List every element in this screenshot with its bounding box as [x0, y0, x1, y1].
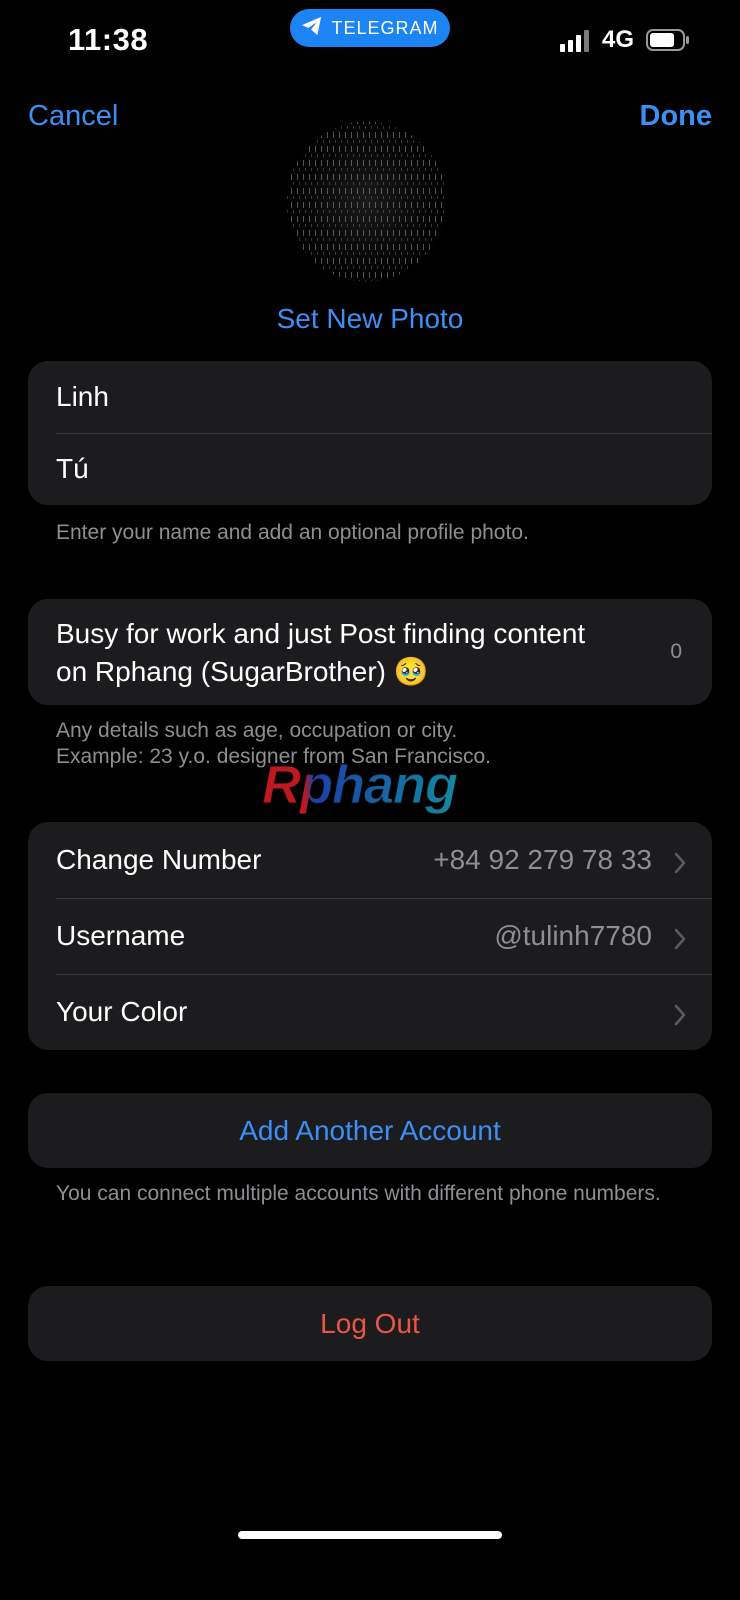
- log-out-button[interactable]: Log Out: [28, 1286, 712, 1361]
- status-bar: 11:38 TELEGRAM 4G: [0, 0, 740, 80]
- change-number-row[interactable]: Change Number +84 92 279 78 33: [28, 822, 712, 898]
- cancel-button[interactable]: Cancel: [28, 100, 118, 133]
- chevron-right-icon: [674, 849, 686, 881]
- status-time: 11:38: [68, 22, 149, 57]
- battery-icon: [646, 29, 689, 51]
- bio-char-count: 0: [670, 640, 682, 663]
- add-account-card: Add Another Account: [28, 1093, 712, 1168]
- watermark-text: Rphang: [262, 755, 458, 815]
- username-label: Username: [56, 920, 186, 951]
- bio-card: Busy for work and just Post finding cont…: [28, 599, 712, 705]
- chevron-right-icon: [674, 1001, 686, 1033]
- signal-icon: [560, 30, 589, 52]
- profile-avatar[interactable]: [283, 118, 450, 285]
- name-card: Linh Tú: [28, 361, 712, 505]
- bio-field[interactable]: Busy for work and just Post finding cont…: [28, 599, 712, 705]
- rphang-watermark: Rphang: [258, 755, 488, 830]
- done-button[interactable]: Done: [640, 100, 713, 133]
- account-settings-card: Change Number +84 92 279 78 33 Username …: [28, 822, 712, 1050]
- telegram-plane-icon: [301, 16, 323, 41]
- telegram-pill-label: TELEGRAM: [331, 17, 439, 38]
- username-row[interactable]: Username @tulinh7780: [28, 898, 712, 974]
- your-color-row[interactable]: Your Color: [28, 974, 712, 1050]
- telegram-pill[interactable]: TELEGRAM: [290, 9, 450, 47]
- change-number-value: +84 92 279 78 33: [433, 844, 652, 875]
- name-hint: Enter your name and add an optional prof…: [56, 521, 529, 544]
- chevron-right-icon: [674, 925, 686, 957]
- set-new-photo-button[interactable]: Set New Photo: [0, 303, 740, 335]
- home-indicator[interactable]: [238, 1531, 502, 1539]
- accounts-hint: You can connect multiple accounts with d…: [56, 1182, 661, 1205]
- change-number-label: Change Number: [56, 844, 262, 875]
- username-value: @tulinh7780: [494, 920, 652, 951]
- add-another-account-button[interactable]: Add Another Account: [28, 1093, 712, 1168]
- logout-card: Log Out: [28, 1286, 712, 1361]
- first-name-field[interactable]: Linh: [28, 361, 712, 433]
- last-name-field[interactable]: Tú: [28, 433, 712, 505]
- bio-hint-line1: Any details such as age, occupation or c…: [56, 719, 458, 742]
- your-color-label: Your Color: [56, 996, 188, 1027]
- network-type: 4G: [602, 26, 635, 53]
